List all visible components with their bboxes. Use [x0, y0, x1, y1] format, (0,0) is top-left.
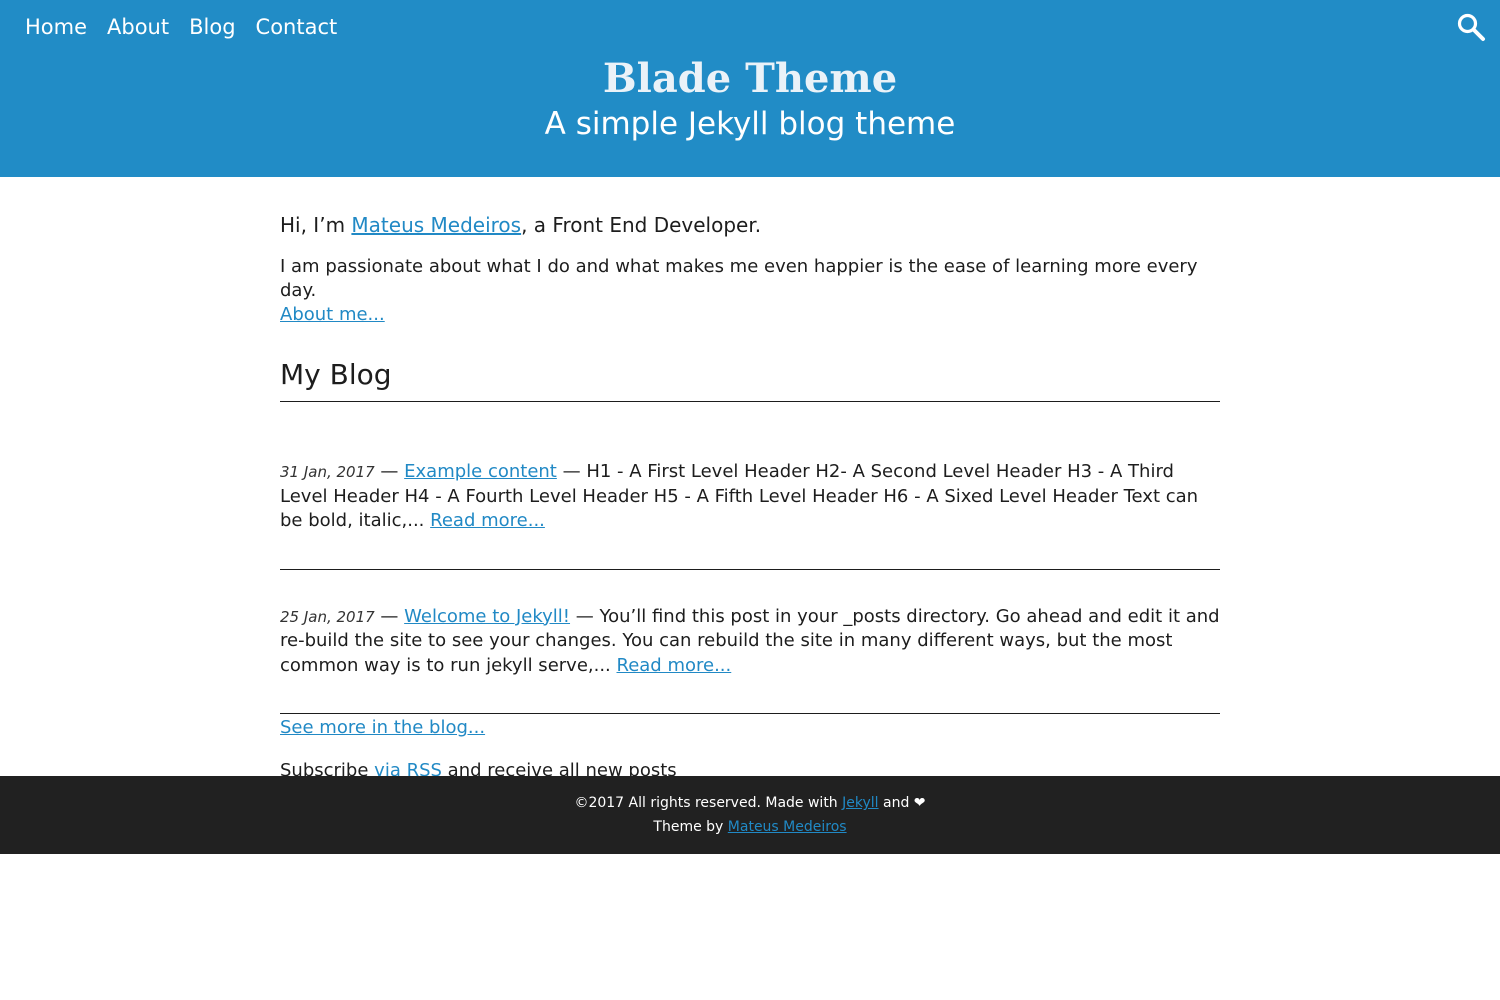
read-more-link[interactable]: Read more... — [430, 510, 545, 531]
footer-line1-suffix: and ❤ — [878, 795, 926, 811]
intro-text: Hi, I’m Mateus Medeiros, a Front End Dev… — [280, 208, 1220, 242]
post-title-link[interactable]: Example content — [404, 461, 557, 482]
about-me-link[interactable]: About me... — [280, 304, 385, 325]
footer-line1-prefix: ©2017 All rights reserved. Made with — [574, 795, 843, 811]
nav-home-link[interactable]: Home — [25, 12, 87, 42]
post-item: 25 Jan, 2017 — Welcome to Jekyll! — You’… — [280, 570, 1220, 715]
post-separator: — — [374, 605, 405, 627]
nav-contact-link[interactable]: Contact — [256, 12, 338, 42]
post-separator: — — [570, 605, 600, 627]
footer-line2-prefix: Theme by — [653, 819, 728, 835]
see-more-row: See more in the blog... — [280, 716, 1220, 740]
post-item: 31 Jan, 2017 — Example content — H1 - A … — [280, 425, 1220, 570]
search-icon — [1457, 13, 1485, 41]
site-subtitle: A simple Jekyll blog theme — [544, 106, 956, 142]
main-nav: Home About Blog Contact — [25, 12, 337, 42]
nav-about-link[interactable]: About — [107, 12, 169, 42]
author-name-link[interactable]: Mateus Medeiros — [351, 213, 521, 237]
site-title: Blade Theme — [602, 55, 898, 102]
footer-copyright: ©2017 All rights reserved. Made with Jek… — [0, 791, 1500, 815]
theme-author-link[interactable]: Mateus Medeiros — [728, 819, 847, 835]
post-date: 25 Jan, 2017 — [280, 607, 375, 626]
main-content: Hi, I’m Mateus Medeiros, a Front End Dev… — [280, 208, 1220, 783]
see-more-link[interactable]: See more in the blog... — [280, 717, 485, 738]
passion-text: I am passionate about what I do and what… — [280, 256, 1198, 301]
nav-blog-link[interactable]: Blog — [189, 12, 235, 42]
search-button[interactable] — [1456, 12, 1486, 42]
site-header: Home About Blog Contact Blade Theme A si… — [0, 0, 1500, 177]
post-title-link[interactable]: Welcome to Jekyll! — [404, 606, 570, 627]
intro-prefix: Hi, I’m — [280, 213, 352, 237]
blog-heading: My Blog — [280, 355, 1220, 402]
read-more-link[interactable]: Read more... — [617, 655, 732, 676]
passion-paragraph: I am passionate about what I do and what… — [280, 255, 1220, 327]
post-separator: — — [556, 461, 587, 483]
post-separator: — — [374, 461, 405, 483]
site-footer: ©2017 All rights reserved. Made with Jek… — [0, 776, 1500, 854]
footer-credit: Theme by Mateus Medeiros — [0, 815, 1500, 839]
jekyll-link[interactable]: Jekyll — [842, 795, 878, 811]
footer-content: ©2017 All rights reserved. Made with Jek… — [0, 776, 1500, 839]
intro-suffix: , a Front End Developer. — [521, 213, 762, 237]
post-date: 31 Jan, 2017 — [280, 463, 375, 482]
